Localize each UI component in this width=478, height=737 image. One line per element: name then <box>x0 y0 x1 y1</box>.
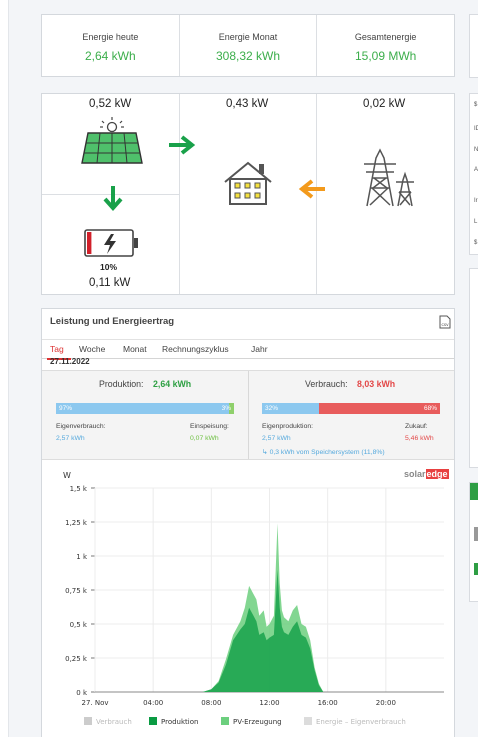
selected-date: 27.11.2022 <box>50 357 90 366</box>
x-tick-label: 27. Nov <box>81 699 108 707</box>
consumption-import-pct: 68% <box>423 405 437 412</box>
energy-summary-card: Energie heute 2,64 kWh Energie Monat 308… <box>41 14 455 77</box>
tab-jahr[interactable]: Jahr <box>251 344 268 354</box>
legend-swatch <box>304 717 312 725</box>
production-self-segment: 97% <box>56 403 229 414</box>
legend-label: Produktion <box>161 718 198 726</box>
grid-import-label: Zukauf: <box>405 423 428 430</box>
arrow-left-icon <box>298 179 325 199</box>
production-label: Produktion: <box>99 379 144 389</box>
legend-swatch <box>84 717 92 725</box>
grid-import-value: 5,46 kWh <box>405 435 434 442</box>
house-icon <box>224 161 272 205</box>
y-axis-label: W <box>63 471 71 480</box>
self-consumption-value: 2,57 kWh <box>56 435 85 442</box>
battery-percent: 10% <box>100 262 118 272</box>
consumption-split-bar: 32% 68% <box>262 403 440 414</box>
chart-panel: Leistung und Energieertrag CSV Tag Woche… <box>41 308 455 737</box>
x-tick-label: 04:00 <box>143 699 163 707</box>
right-card-middle <box>469 268 478 468</box>
energy-total-value: 15,09 MWh <box>355 49 417 63</box>
legend-swatch <box>221 717 229 725</box>
legend-label: Energie – Eigenverbrauch <box>316 718 406 726</box>
solar-panel-icon <box>81 117 143 164</box>
storage-note: ↳ 0,3 kWh vom Speichersystem (11,8%) <box>262 449 385 456</box>
tab-woche[interactable]: Woche <box>79 344 105 354</box>
consumption-value: 8,03 kWh <box>357 379 396 389</box>
battery-power-value: 0,11 kW <box>89 277 131 289</box>
power-grid-icon <box>364 148 414 207</box>
y-tick-label: 0 k <box>76 689 88 697</box>
power-flow-card: 0,52 kW 10% 0,11 kW 0,43 kW 0,02 kW <box>41 93 455 295</box>
energy-month-label: Energie Monat <box>218 32 278 42</box>
energy-today: Energie heute 2,64 kWh <box>42 15 180 76</box>
self-consumption-label: Eigenverbrauch: <box>56 423 106 430</box>
consumption-self-segment: 32% <box>262 403 319 414</box>
legend-swatch <box>149 717 157 725</box>
y-tick-label: 0,75 k <box>65 587 88 595</box>
y-tick-label: 1 k <box>76 553 88 561</box>
x-tick-label: 16:00 <box>318 699 338 707</box>
tab-tag[interactable]: Tag <box>50 344 64 354</box>
stats-section: Produktion: 2,64 kWh 97% 3% Eigenverbrau… <box>42 370 454 460</box>
pv-power-value: 0,52 kW <box>89 98 132 110</box>
x-tick-label: 20:00 <box>376 699 396 707</box>
self-production-value: 2,57 kWh <box>262 435 291 442</box>
x-tick-label: 08:00 <box>201 699 221 707</box>
energy-today-value: 2,64 kWh <box>84 49 136 63</box>
arrow-down-icon <box>103 186 123 212</box>
svg-text:CSV: CSV <box>441 323 449 327</box>
production-value: 2,64 kWh <box>153 379 192 389</box>
feed-in-value: 0,07 kWh <box>190 435 219 442</box>
energy-today-label: Energie heute <box>82 32 139 42</box>
energy-total: Gesamtenergie 15,09 MWh <box>317 15 454 76</box>
legend-label: PV-Erzeugung <box>233 718 282 726</box>
y-tick-label: 0,5 k <box>70 621 88 629</box>
grid-power-value: 0,02 kW <box>363 98 406 110</box>
feed-in-label: Einspeisung: <box>190 423 229 430</box>
right-card-top <box>469 14 478 78</box>
energy-total-label: Gesamtenergie <box>354 32 417 42</box>
production-feed-pct: 3% <box>221 405 231 412</box>
power-chart: 0 k 0,25 k 0,5 k 0,75 k 1 k 1,25 k 1,5 k 27. No… <box>63 471 444 726</box>
consumption-label: Verbrauch: <box>305 379 348 389</box>
y-tick-label: 0,25 k <box>65 655 88 663</box>
house-power-value: 0,43 kW <box>226 98 269 110</box>
legend-label: Verbrauch <box>96 718 132 726</box>
csv-export-icon[interactable]: CSV <box>439 315 451 329</box>
right-card-bottom <box>469 482 478 602</box>
battery-icon <box>84 229 138 257</box>
right-card-info: $ ID N A Ir L $ <box>469 93 478 255</box>
energy-month: Energie Monat 308,32 kWh <box>180 15 318 76</box>
energy-month-value: 308,32 kWh <box>215 49 281 63</box>
production-split-bar: 97% 3% <box>56 403 234 414</box>
y-tick-label: 1,5 k <box>70 485 88 493</box>
left-sidebar-strip <box>0 0 9 737</box>
self-production-label: Eigenproduktion: <box>262 423 314 430</box>
period-tabs: Tag Woche Monat Rechnungszyklus Jahr <box>42 339 454 360</box>
arrow-right-icon <box>169 135 196 155</box>
chart-panel-title: Leistung und Energieertrag <box>50 316 175 327</box>
tab-rechnungszyklus[interactable]: Rechnungszyklus <box>162 344 229 354</box>
tab-monat[interactable]: Monat <box>123 344 147 354</box>
y-tick-label: 1,25 k <box>65 519 88 527</box>
x-tick-label: 12:00 <box>259 699 279 707</box>
